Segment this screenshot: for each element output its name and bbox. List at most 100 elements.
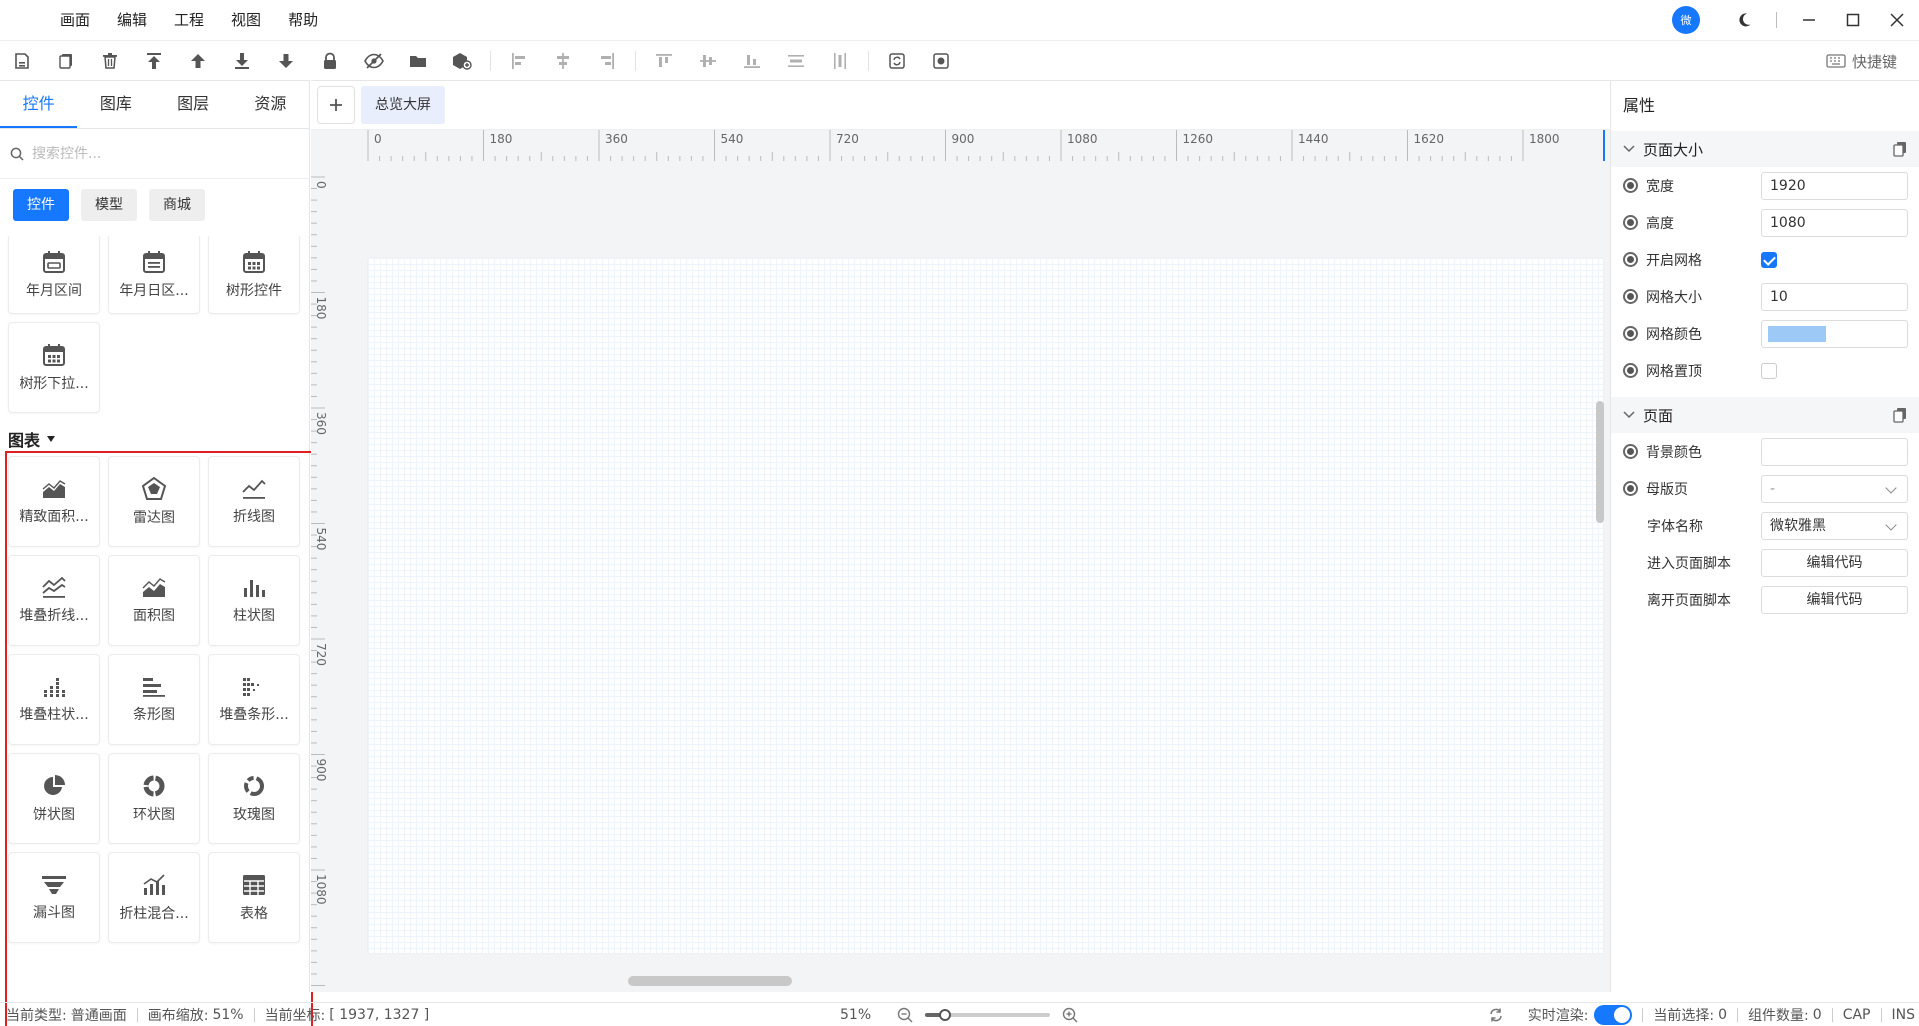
widget-tree-select[interactable]: 树形下拉... [8, 322, 100, 413]
maximize-button[interactable] [1831, 0, 1875, 40]
chart-area[interactable]: 面积图 [108, 555, 200, 646]
chart-table[interactable]: 表格 [208, 852, 300, 943]
align-left-button[interactable] [497, 41, 541, 81]
widget-tree[interactable]: 树形控件 [208, 236, 300, 314]
chart-stacked-bar[interactable]: 堆叠柱状... [8, 654, 100, 745]
add-component-button[interactable] [440, 41, 484, 81]
chart-line-bar-mix[interactable]: 折柱混合... [108, 852, 200, 943]
copy-icon[interactable] [1893, 141, 1907, 157]
search-input[interactable] [32, 145, 292, 162]
align-hcenter-button[interactable] [541, 41, 585, 81]
theme-toggle-button[interactable] [1722, 0, 1766, 40]
add-page-button[interactable] [317, 86, 355, 124]
prop-radio[interactable] [1623, 178, 1638, 193]
prop-radio[interactable] [1623, 215, 1638, 230]
tab-layers[interactable]: 图层 [155, 81, 232, 128]
widget-date-range[interactable]: 年月日区... [108, 236, 200, 314]
chart-ring[interactable]: 环状图 [108, 753, 200, 844]
prop-radio[interactable] [1623, 289, 1638, 304]
save-button[interactable] [0, 41, 44, 81]
chart-stacked-horizontal-bar[interactable]: 堆叠条形... [208, 654, 300, 745]
menu-edit[interactable]: 编辑 [117, 0, 147, 40]
hide-button[interactable] [352, 41, 396, 81]
delete-button[interactable] [88, 41, 132, 81]
chart-pie[interactable]: 饼状图 [8, 753, 100, 844]
move-down-button[interactable] [264, 41, 308, 81]
align-bottom-button[interactable] [730, 41, 774, 81]
line-chart-icon [242, 479, 266, 499]
design-page[interactable] [368, 258, 1603, 953]
chart-stacked-line[interactable]: 堆叠折线... [8, 555, 100, 646]
menu-project[interactable]: 工程 [174, 0, 204, 40]
width-input[interactable]: 1920 [1761, 171, 1908, 200]
menu-view[interactable]: 视图 [231, 0, 261, 40]
chart-section-header[interactable]: 图表 [8, 427, 56, 451]
chart-funnel[interactable]: 漏斗图 [8, 852, 100, 943]
section-page-size[interactable]: 页面大小 [1611, 131, 1919, 167]
refresh-button[interactable] [875, 41, 919, 81]
page-tab-overview[interactable]: 总览大屏 [361, 86, 445, 124]
font-select[interactable]: 微软雅黑 [1761, 511, 1908, 540]
edit-leave-script-button[interactable]: 编辑代码 [1761, 585, 1908, 614]
widget-year-month-range[interactable]: 年月区间 [8, 236, 100, 314]
chart-label: 面积图 [133, 607, 175, 624]
menu-screen[interactable]: 画面 [60, 0, 90, 40]
zoom-slider[interactable] [925, 1009, 1051, 1021]
chart-horizontal-bar[interactable]: 条形图 [108, 654, 200, 745]
height-input[interactable]: 1080 [1761, 208, 1908, 237]
slider-knob[interactable] [939, 1009, 952, 1021]
align-vcenter-button[interactable] [686, 41, 730, 81]
tab-resources[interactable]: 资源 [232, 81, 309, 128]
chart-bar[interactable]: 柱状图 [208, 555, 300, 646]
align-top-button[interactable] [642, 41, 686, 81]
master-page-select[interactable]: - [1761, 474, 1908, 503]
section-page[interactable]: 页面 [1611, 397, 1919, 433]
prop-radio[interactable] [1623, 363, 1638, 378]
tab-widgets[interactable]: 控件 [0, 81, 78, 128]
category-widgets[interactable]: 控件 [13, 189, 69, 221]
move-top-button[interactable] [132, 41, 176, 81]
shortcut-button[interactable]: 快捷键 [1826, 41, 1897, 81]
prop-radio[interactable] [1623, 481, 1638, 496]
move-up-button[interactable] [176, 41, 220, 81]
chart-rose[interactable]: 玫瑰图 [208, 753, 300, 844]
tab-gallery[interactable]: 图库 [77, 81, 154, 128]
vertical-scrollbar[interactable] [1596, 401, 1604, 523]
lock-button[interactable] [308, 41, 352, 81]
category-store[interactable]: 商城 [149, 189, 205, 221]
edit-enter-script-button[interactable]: 编辑代码 [1761, 548, 1908, 577]
chart-fine-area[interactable]: 精致面积... [8, 456, 100, 547]
menu-help[interactable]: 帮助 [288, 0, 318, 40]
prop-radio[interactable] [1623, 444, 1638, 459]
category-models[interactable]: 模型 [81, 189, 137, 221]
status-count: 组件数量: 0 [1748, 1005, 1822, 1025]
open-folder-button[interactable] [396, 41, 440, 81]
prop-radio[interactable] [1623, 252, 1638, 267]
grid-top-checkbox[interactable] [1761, 362, 1777, 379]
bg-color-picker[interactable] [1761, 437, 1908, 466]
horizontal-scrollbar[interactable] [628, 976, 792, 986]
zoom-in-icon[interactable] [1062, 1007, 1078, 1023]
minimize-button[interactable] [1787, 0, 1831, 40]
chart-line[interactable]: 折线图 [208, 456, 300, 547]
copy-icon[interactable] [1893, 407, 1907, 423]
prop-radio[interactable] [1623, 326, 1638, 341]
align-right-button[interactable] [585, 41, 629, 81]
copy-button[interactable] [44, 41, 88, 81]
chart-radar[interactable]: 雷达图 [108, 456, 200, 547]
grid-enable-checkbox[interactable] [1761, 251, 1777, 268]
distribute-v-button[interactable] [818, 41, 862, 81]
grid-color-picker[interactable] [1761, 319, 1908, 348]
realtime-render-toggle[interactable] [1594, 1005, 1633, 1025]
record-button[interactable] [919, 41, 963, 81]
open-folder-icon [410, 55, 426, 67]
grid-size-input[interactable]: 10 [1761, 282, 1908, 311]
calendar-icon [43, 250, 65, 273]
distribute-h-button[interactable] [774, 41, 818, 81]
move-bottom-button[interactable] [220, 41, 264, 81]
cursor-marker [1603, 130, 1605, 161]
close-button[interactable] [1875, 0, 1919, 40]
sync-icon[interactable] [1488, 1007, 1504, 1023]
avatar[interactable]: 微 [1672, 6, 1700, 34]
zoom-out-icon[interactable] [897, 1007, 913, 1023]
